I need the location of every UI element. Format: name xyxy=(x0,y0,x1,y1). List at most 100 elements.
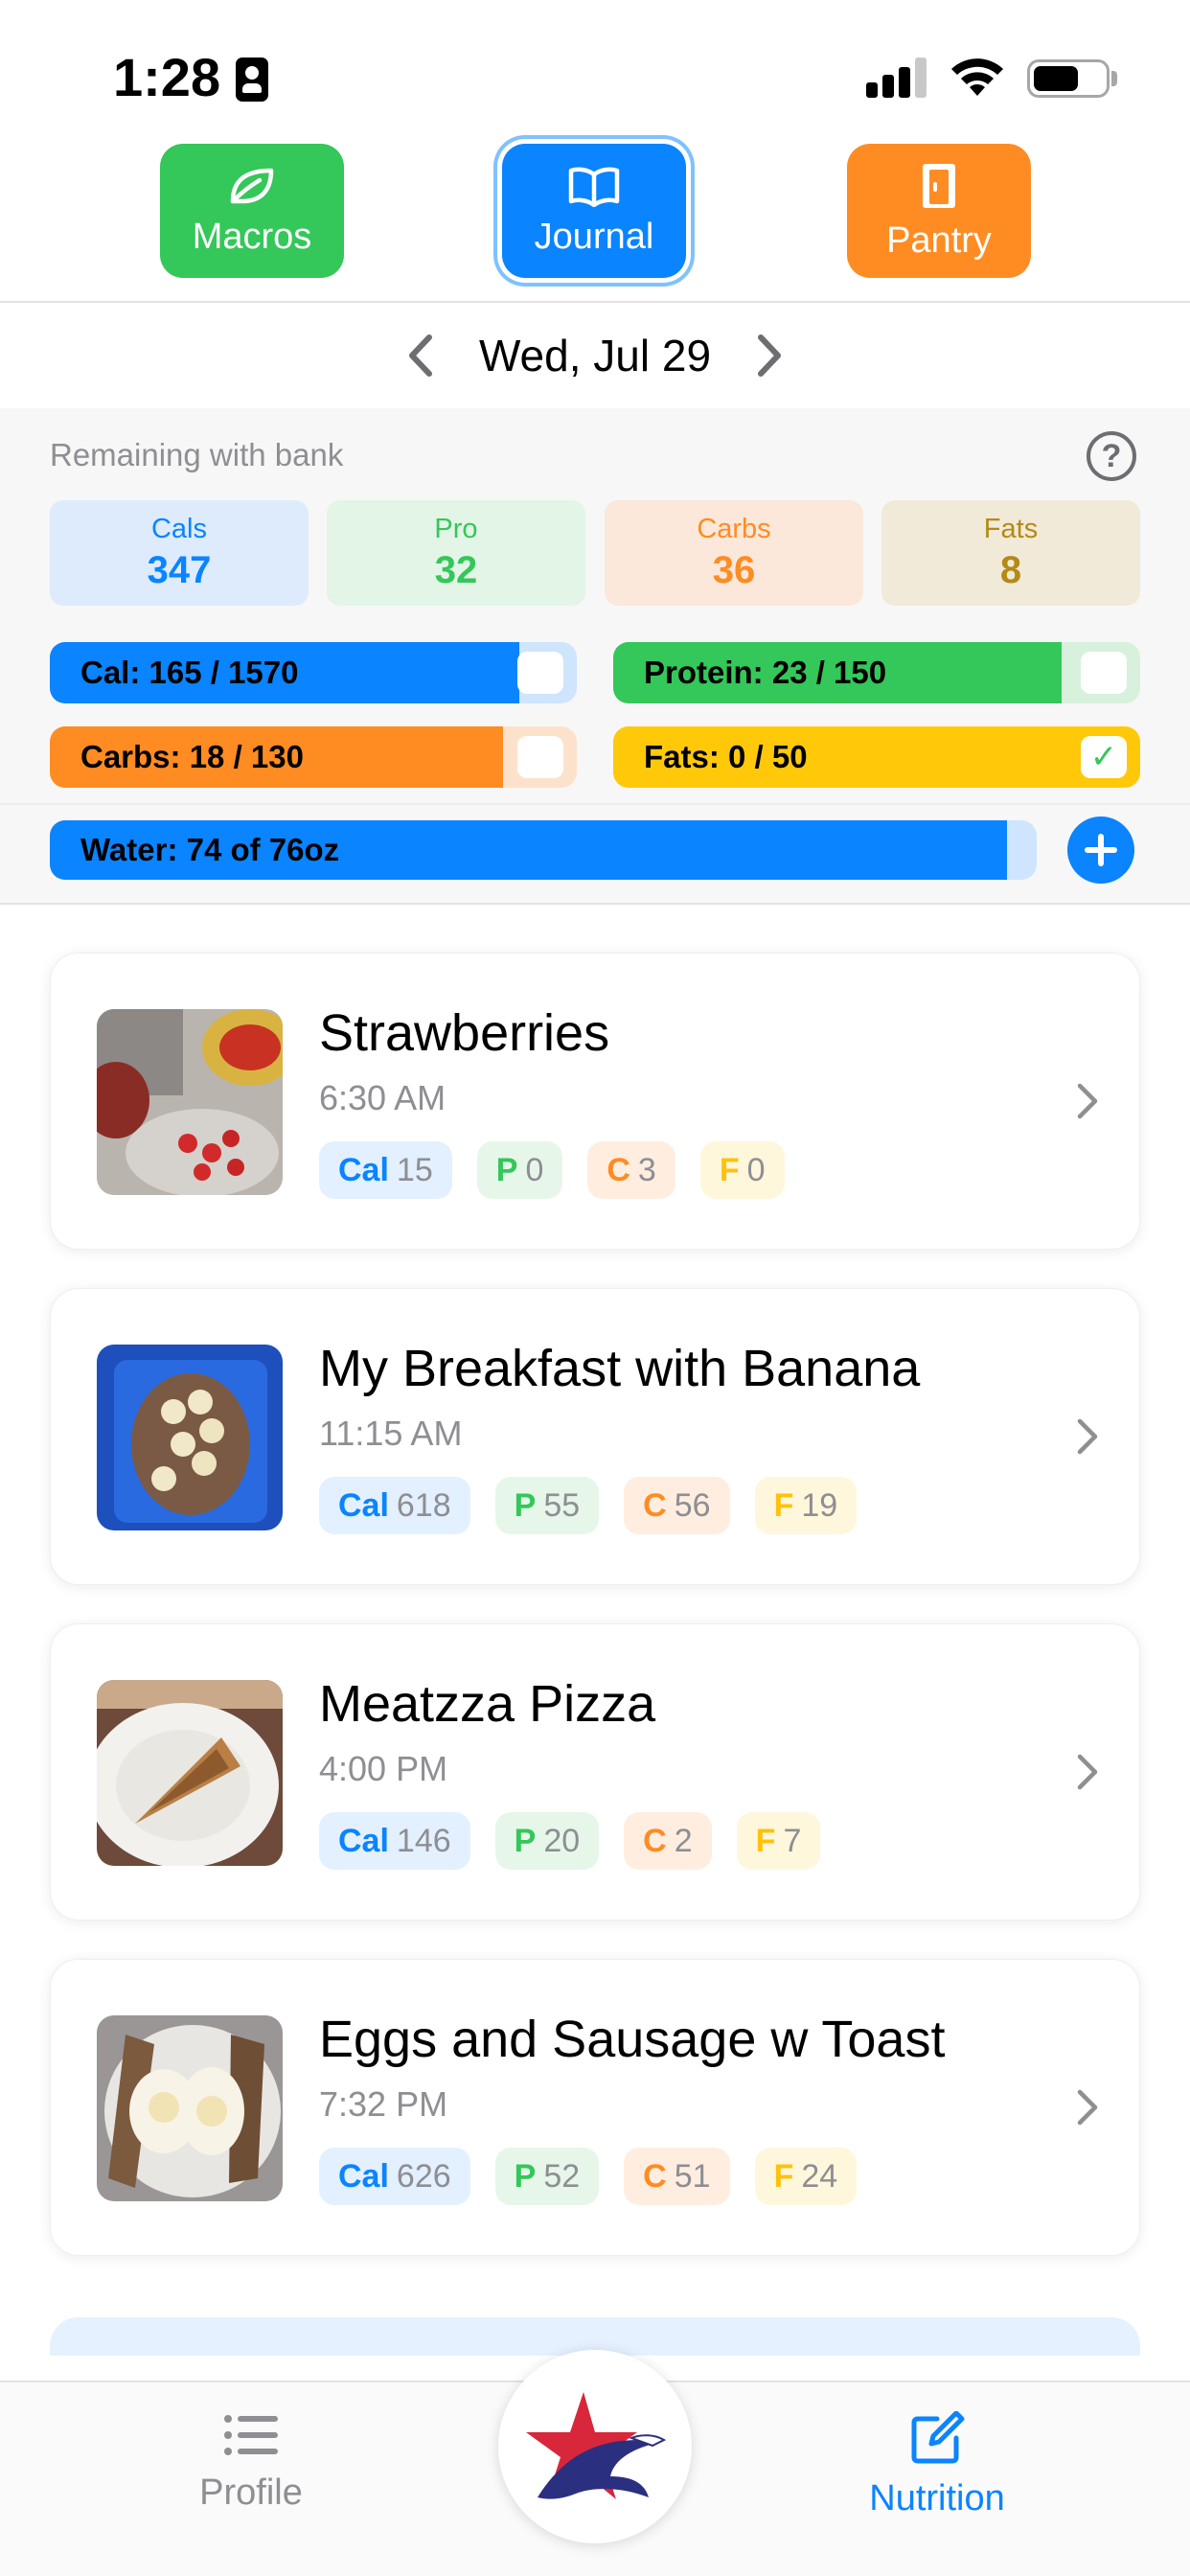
top-nav: Macros Journal Pantry xyxy=(0,134,1190,303)
tab-profile-label: Profile xyxy=(199,2472,303,2513)
help-icon[interactable]: ? xyxy=(1087,431,1136,481)
fats-chip-label: F xyxy=(773,2157,794,2195)
cal-chip-value: 146 xyxy=(396,1822,451,1859)
fats-chip: F0 xyxy=(699,1141,785,1199)
remaining-cals-value: 347 xyxy=(147,549,212,591)
door-icon xyxy=(923,163,955,208)
carbs-chip-value: 51 xyxy=(674,2157,711,2195)
remaining-cals-label: Cals xyxy=(150,514,207,544)
cal-chip-value: 618 xyxy=(396,1486,451,1524)
carbs-checkbox[interactable] xyxy=(517,736,563,778)
meal-card-breakfast-banana[interactable]: My Breakfast with Banana 11:15 AM Cal 618… xyxy=(50,1288,1140,1585)
carbs-chip-value: 56 xyxy=(674,1486,711,1524)
fats-chip-label: F xyxy=(719,1151,740,1188)
meal-name: Eggs and Sausage w Toast xyxy=(319,2011,946,2068)
cal-chip: Cal 146 xyxy=(319,1812,470,1870)
carbs-chip: C3 xyxy=(587,1141,675,1199)
meal-card-meatzza-pizza[interactable]: Meatzza Pizza 4:00 PM Cal 146 P 20 C2 F7 xyxy=(50,1623,1140,1920)
meal-name: Strawberries xyxy=(319,1004,610,1062)
remaining-fats-box: Fats 8 xyxy=(881,500,1140,606)
protein-chip-label: P xyxy=(495,1151,518,1188)
calories-progress-text: Cal: 165 / 1570 xyxy=(80,655,299,690)
wifi-icon xyxy=(951,58,1003,96)
protein-chip: P 52 xyxy=(494,2148,600,2205)
carbs-progress-bar: Carbs: 18 / 130 xyxy=(50,726,577,788)
remaining-fats-label: Fats xyxy=(983,514,1039,544)
chevron-right-icon xyxy=(1077,2089,1098,2126)
remaining-carbs-value: 36 xyxy=(712,549,756,591)
macros-button[interactable]: Macros xyxy=(160,144,344,278)
cellular-signal-icon xyxy=(866,56,927,98)
carbs-chip-value: 2 xyxy=(674,1822,693,1859)
carbs-chip-label: C xyxy=(643,1486,667,1524)
star-eagle-logo-icon xyxy=(526,2392,667,2499)
calories-progress-bar: Cal: 165 / 1570 xyxy=(50,642,577,703)
add-water-button[interactable] xyxy=(1067,816,1134,884)
calories-checkbox[interactable] xyxy=(517,652,563,694)
current-date[interactable]: Wed, Jul 29 xyxy=(479,330,711,381)
protein-chip-value: 52 xyxy=(543,2157,581,2195)
meal-card-eggs-sausage-toast[interactable]: Eggs and Sausage w Toast 7:32 PM Cal 626 … xyxy=(50,1959,1140,2256)
contact-badge-icon xyxy=(236,58,268,102)
meal-photo xyxy=(97,1345,283,1530)
water-progress-text: Water: 74 of 76oz xyxy=(80,832,340,867)
remaining-cals-box: Cals 347 xyxy=(50,500,309,606)
protein-progress-bar: Protein: 23 / 150 xyxy=(613,642,1140,703)
carbs-progress-text: Carbs: 18 / 130 xyxy=(80,739,304,774)
fats-chip: F7 xyxy=(736,1812,821,1870)
cal-chip: Cal 15 xyxy=(319,1141,452,1199)
meal-macro-chips: Cal 626 P 52 C 51 F 24 xyxy=(319,2148,858,2205)
battery-cap xyxy=(1111,71,1117,86)
meal-photo xyxy=(97,2015,283,2201)
status-bar: 1:28 xyxy=(0,0,1190,134)
macros-label: Macros xyxy=(192,216,312,257)
protein-chip-value: 0 xyxy=(525,1151,544,1188)
journal-label: Journal xyxy=(534,216,654,257)
open-book-icon xyxy=(568,167,620,207)
tab-profile[interactable]: Profile xyxy=(146,2411,356,2514)
meal-macro-chips: Cal 618 P 55 C 56 F 19 xyxy=(319,1477,858,1534)
fats-progress-bar: Fats: 0 / 50 ✓ xyxy=(613,726,1140,788)
water-progress-bar: Water: 74 of 76oz xyxy=(50,820,1037,880)
fats-chip-value: 0 xyxy=(746,1151,766,1188)
protein-chip: P0 xyxy=(476,1141,563,1199)
protein-progress-text: Protein: 23 / 150 xyxy=(644,655,887,690)
meal-name: Meatzza Pizza xyxy=(319,1675,656,1733)
protein-checkbox[interactable] xyxy=(1081,652,1127,694)
remaining-pro-box: Pro 32 xyxy=(327,500,585,606)
protein-chip-value: 55 xyxy=(543,1486,581,1524)
carbs-chip-label: C xyxy=(643,2157,667,2195)
cal-chip: Cal 626 xyxy=(319,2148,470,2205)
water-divider xyxy=(0,803,1190,805)
meal-time: 11:15 AM xyxy=(319,1414,463,1453)
fats-chip-label: F xyxy=(755,1822,776,1859)
meal-card-strawberries[interactable]: Strawberries 6:30 AM Cal 15 P0 C3 F0 xyxy=(50,953,1140,1250)
next-day-chevron-icon[interactable] xyxy=(751,332,786,380)
cal-chip-value: 626 xyxy=(396,2157,451,2195)
remaining-pro-value: 32 xyxy=(434,549,478,591)
remaining-fats-value: 8 xyxy=(999,549,1022,591)
fats-chip: F 24 xyxy=(754,2148,858,2205)
journal-button[interactable]: Journal xyxy=(502,144,686,278)
fats-chip-value: 19 xyxy=(801,1486,838,1524)
meal-photo xyxy=(97,1680,283,1866)
protein-chip-label: P xyxy=(514,1486,537,1524)
status-time: 1:28 xyxy=(113,47,221,107)
tab-nutrition-label: Nutrition xyxy=(869,2478,1005,2518)
fats-checkmark-icon[interactable]: ✓ xyxy=(1081,736,1127,778)
chevron-right-icon xyxy=(1077,1754,1098,1790)
remaining-label: Remaining with bank xyxy=(50,437,344,472)
pantry-button[interactable]: Pantry xyxy=(847,144,1031,278)
remaining-pro-label: Pro xyxy=(434,514,478,544)
fats-chip-value: 24 xyxy=(801,2157,838,2195)
chevron-right-icon xyxy=(1077,1083,1098,1119)
previous-day-chevron-icon[interactable] xyxy=(404,332,439,380)
macro-summary-panel: Remaining with bank ? Cals 347 Pro 32 Ca… xyxy=(0,408,1190,905)
cal-chip-label: Cal xyxy=(338,1151,389,1188)
compose-icon xyxy=(911,2411,965,2464)
cal-chip-label: Cal xyxy=(338,1822,389,1859)
tab-nutrition[interactable]: Nutrition xyxy=(832,2411,1042,2519)
protein-chip: P 20 xyxy=(494,1812,600,1870)
fats-progress-text: Fats: 0 / 50 xyxy=(644,739,808,774)
app-logo-button[interactable] xyxy=(498,2350,692,2543)
